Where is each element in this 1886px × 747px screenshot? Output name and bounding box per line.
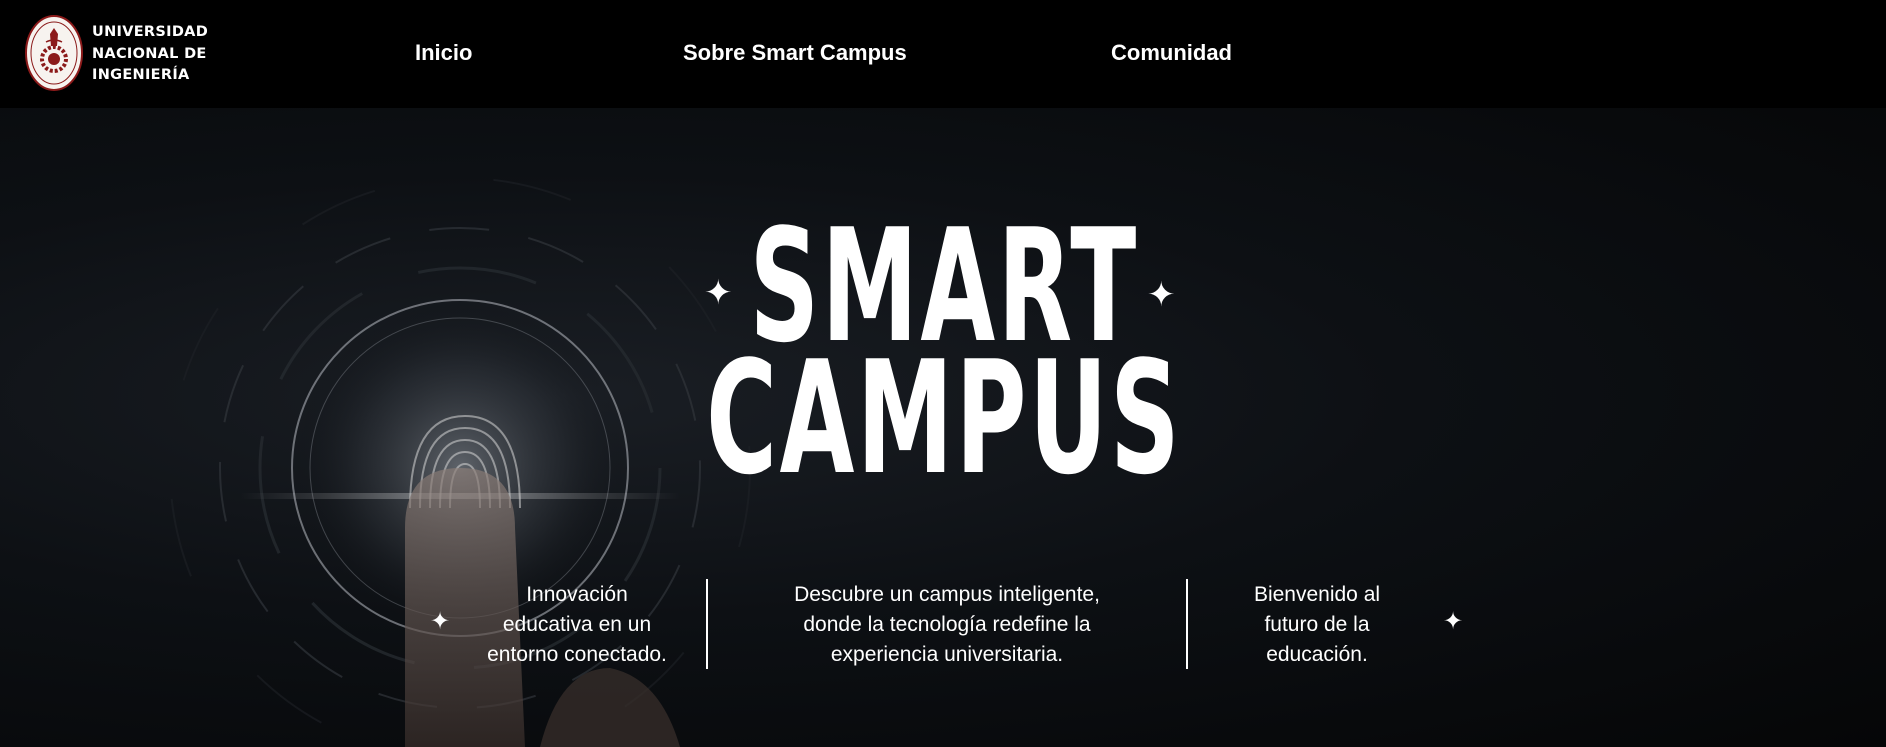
university-name-line-2: NACIONAL DE (92, 45, 207, 62)
divider (1186, 579, 1188, 669)
nav-link-inicio[interactable]: Inicio (415, 40, 472, 66)
tagline-2: Descubre un campus inteligente, donde la… (770, 580, 1124, 670)
university-name: UNIVERSIDAD NACIONAL DE INGENIERÍA (92, 22, 242, 87)
tagline-line: educativa en un (502, 613, 652, 636)
tagline-line: educación. (1266, 643, 1368, 666)
tagline-line: donde la tecnología redefine la (803, 613, 1091, 636)
navbar: UNIVERSIDAD NACIONAL DE INGENIERÍA Inici… (0, 0, 1886, 108)
university-name-line-1: UNIVERSIDAD (92, 24, 209, 40)
sparkle-icon: ✦ (1443, 608, 1464, 635)
tagline-line: futuro de la (1264, 613, 1370, 636)
tagline-1: Innovación educativa en un entorno conec… (470, 580, 684, 670)
page: UNIVERSIDAD NACIONAL DE INGENIERÍA Inici… (0, 0, 1886, 747)
nav-link-sobre-smart-campus[interactable]: Sobre Smart Campus (683, 40, 907, 66)
hero-section: ✦ ✦ SMART CAMPUS ✦ ✦ Innovación educativ… (0, 108, 1886, 747)
uni-seal-icon[interactable] (24, 14, 84, 92)
hero-title-campus: CAMPUS (706, 327, 1183, 509)
sparkle-icon: ✦ (430, 608, 451, 635)
tagline-line: Descubre un campus inteligente, (794, 583, 1100, 606)
tagline-line: Bienvenido al (1253, 583, 1381, 606)
divider (706, 579, 708, 669)
tagline-line: entorno conectado. (487, 643, 667, 666)
tagline-line: Innovación (526, 583, 628, 606)
tagline-3: Bienvenido al futuro de la educación. (1222, 580, 1412, 670)
nav-link-comunidad[interactable]: Comunidad (1111, 40, 1232, 66)
tagline-line: experiencia universitaria. (830, 643, 1064, 666)
university-name-line-3: INGENIERÍA (92, 67, 190, 83)
